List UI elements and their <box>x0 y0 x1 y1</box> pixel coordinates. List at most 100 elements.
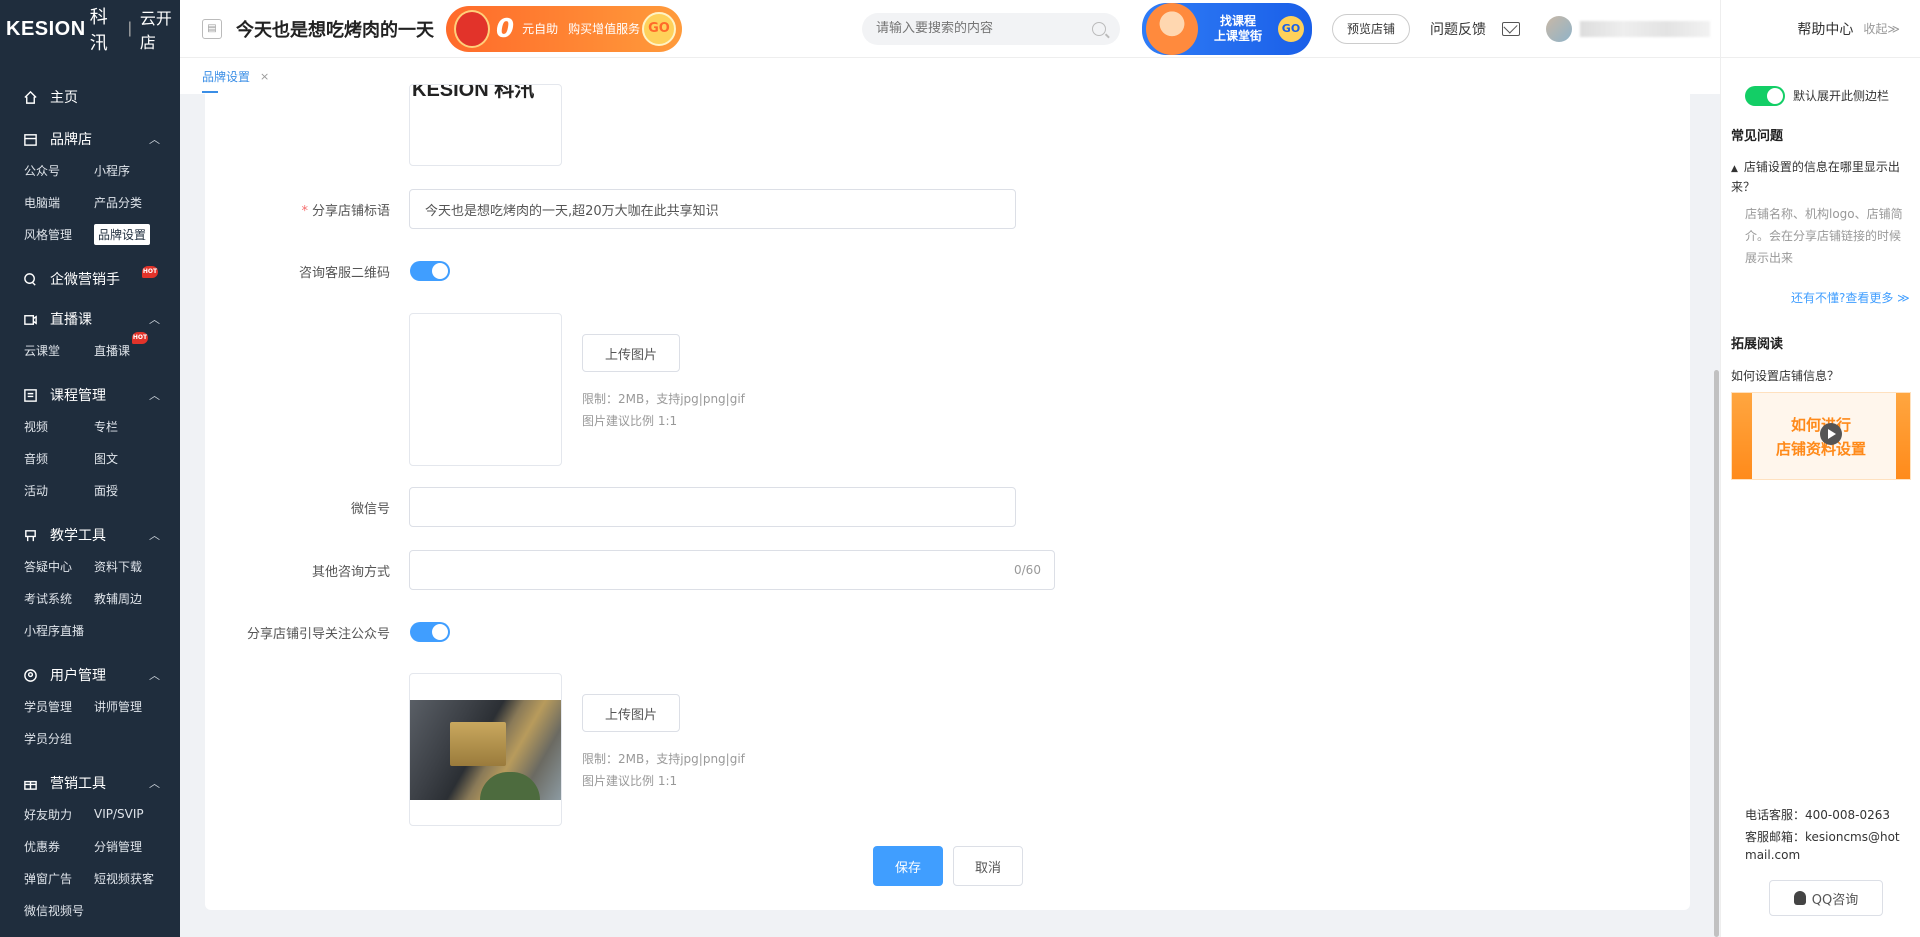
avatar[interactable] <box>1546 15 1573 42</box>
help-center-title[interactable]: 帮助中心 <box>1797 19 1853 39</box>
store-icon <box>22 131 38 147</box>
search-box <box>862 12 1120 45</box>
sidebar-item-materials[interactable]: 教辅周边 <box>94 586 174 610</box>
faq-answer: 店铺名称、机构logo、店铺简介。会在分享店铺链接的时候展示出来 <box>1745 207 1903 265</box>
wechat-input[interactable] <box>409 487 1016 527</box>
qrcode-upload-button[interactable]: 上传图片 <box>582 334 680 372</box>
sidebar-item-column[interactable]: 专栏 <box>94 414 174 438</box>
sidebar-item-exam[interactable]: 考试系统 <box>24 586 94 610</box>
video-thumbnail[interactable]: 如何进行 店铺资料设置 <box>1731 392 1911 480</box>
nav-group-brand: 品牌店 ︿ 公众号 小程序 电脑端 产品分类 风格管理 品牌设置 <box>0 122 180 256</box>
topbar: ▤ 今天也是想吃烤肉的一天 0 元自助 购买增值服务 GO 找课程上课堂街 GO… <box>180 0 1720 58</box>
gift-icon <box>22 775 38 791</box>
default-open-toggle[interactable] <box>1745 86 1785 106</box>
sidebar-item-mini-live[interactable]: 小程序直播 <box>24 618 94 642</box>
qrcode-label: 咨询客服二维码 <box>298 266 390 281</box>
tab-brand-settings[interactable]: 品牌设置 × <box>202 68 269 85</box>
faq-question[interactable]: ▲ 店铺设置的信息在哪里显示出来？ <box>1731 158 1911 196</box>
uploaded-photo <box>410 700 561 800</box>
sidebar-item-students[interactable]: 学员管理 <box>24 694 94 718</box>
sidebar-item-home[interactable]: 主页 <box>0 82 180 112</box>
default-open-label: 默认展开此侧边栏 <box>1793 89 1890 103</box>
sidebar-item-cloud-class[interactable]: 云课堂 <box>24 338 94 362</box>
chevron-up-icon: ︿ <box>149 777 160 790</box>
chevron-up-icon: ︿ <box>149 529 160 542</box>
sidebar-item-live-course[interactable]: 直播课 HOT <box>94 332 174 362</box>
sidebar-item-offline[interactable]: 面授 <box>94 478 174 502</box>
sidebar-item-teachers[interactable]: 讲师管理 <box>94 694 174 718</box>
nav-group-head-marketing[interactable]: 营销工具 ︿ <box>0 766 180 800</box>
sidebar-item-short-video[interactable]: 短视频获客 <box>94 866 174 890</box>
chevron-up-icon: ︿ <box>149 313 160 326</box>
sidebar-item-activity[interactable]: 活动 <box>24 478 94 502</box>
help-collapse-button[interactable]: 收起≫ <box>1863 20 1900 37</box>
sidebar-item-video[interactable]: 视频 <box>24 414 94 438</box>
tab-underline <box>202 91 218 93</box>
nav-group-head-live[interactable]: 直播课 ︿ <box>0 302 180 336</box>
group-label: 用户管理 <box>50 668 106 684</box>
search-input[interactable] <box>876 21 1092 36</box>
nav-group-head-wecom[interactable]: 企微营销手 HOT <box>0 262 180 296</box>
sidebar-item-wechat-official[interactable]: 公众号 <box>24 158 94 182</box>
nav-group-head-teaching[interactable]: 教学工具 ︿ <box>0 518 180 552</box>
other-contact-input[interactable] <box>409 550 1055 590</box>
tab-label: 品牌设置 <box>202 70 251 84</box>
save-button[interactable]: 保存 <box>873 846 943 886</box>
promo-go-button[interactable]: GO <box>642 11 676 46</box>
logo-sub: 云开店 <box>139 11 172 52</box>
sidebar-item-groups[interactable]: 学员分组 <box>24 726 94 750</box>
menu-collapse-icon[interactable]: ▤ <box>202 18 222 39</box>
feedback-link[interactable]: 问题反馈 <box>1430 19 1486 39</box>
home-icon <box>22 89 38 105</box>
sidebar-item-qa[interactable]: 答疑中心 <box>24 554 94 578</box>
sidebar-item-article[interactable]: 图文 <box>94 446 174 470</box>
preview-store-button[interactable]: 预览店铺 <box>1332 13 1411 44</box>
nav-group-head-brand[interactable]: 品牌店 ︿ <box>0 122 180 156</box>
nav-group-marketing: 营销工具 ︿ 好友助力 VIP/SVIP 优惠券 分销管理 弹窗广告 短视频获客… <box>0 766 180 932</box>
sidebar-item-miniprogram[interactable]: 小程序 <box>94 158 174 182</box>
play-icon[interactable] <box>1820 423 1842 445</box>
close-icon[interactable]: × <box>260 70 269 83</box>
nav-group-head-course[interactable]: 课程管理 ︿ <box>0 378 180 412</box>
help-header: 帮助中心 收起≫ <box>1721 0 1920 58</box>
qq-consult-button[interactable]: QQ咨询 <box>1769 880 1883 916</box>
logo: KESION 科汛 | 云开店 <box>0 0 180 58</box>
share-title-input[interactable] <box>409 189 1016 229</box>
sidebar-item-style[interactable]: 风格管理 <box>24 222 94 246</box>
sidebar-item-wechat-channel[interactable]: 微信视频号 <box>24 898 94 922</box>
logo-image-box[interactable]: KESION 科汛 <box>409 84 562 166</box>
sidebar-item-pc[interactable]: 电脑端 <box>24 190 94 214</box>
username-blurred[interactable] <box>1580 20 1711 37</box>
sidebar-item-distribution[interactable]: 分销管理 <box>94 834 174 858</box>
nav-group-head-users[interactable]: 用户管理 ︿ <box>0 658 180 692</box>
mail-icon[interactable] <box>1502 21 1521 36</box>
sidebar-item-audio[interactable]: 音频 <box>24 446 94 470</box>
see-more-link[interactable]: 还有不懂?查看更多 ≫ <box>1791 289 1910 306</box>
sidebar-item-vip[interactable]: VIP/SVIP <box>94 802 174 826</box>
extended-reading-link[interactable]: 如何设置店铺信息？ <box>1731 367 1839 385</box>
scrollbar-thumb[interactable] <box>1714 370 1719 937</box>
hot-badge: HOT <box>132 332 148 344</box>
sidebar-item-friend-help[interactable]: 好友助力 <box>24 802 94 826</box>
follow-image-box[interactable] <box>409 673 562 826</box>
sidebar-item-coupon[interactable]: 优惠券 <box>24 834 94 858</box>
qrcode-hint: 限制：2MB，支持jpg|png|gif 图片建议比例 1:1 <box>582 392 745 428</box>
follow-upload-button[interactable]: 上传图片 <box>582 694 680 732</box>
sidebar-item-brand-settings[interactable]: 品牌设置 <box>94 222 174 246</box>
sidebar-item-label: 主页 <box>50 90 78 106</box>
promo-banner[interactable]: 0 元自助 购买增值服务 GO <box>446 5 682 52</box>
cancel-button[interactable]: 取消 <box>953 846 1023 886</box>
banner-go-button[interactable]: GO <box>1278 15 1304 42</box>
sidebar-item-popup-ad[interactable]: 弹窗广告 <box>24 866 94 890</box>
logo-image: KESION 科汛 <box>412 85 535 101</box>
course-street-banner[interactable]: 找课程 上课堂街 GO <box>1142 2 1312 55</box>
qrcode-toggle[interactable] <box>410 261 450 281</box>
qrcode-image-box[interactable] <box>409 313 562 466</box>
form-card: KESION 科汛 *分享店铺标语 咨询客服二维码 上传图片 限制：2MB，支持… <box>205 84 1690 910</box>
search-icon[interactable] <box>1092 21 1106 36</box>
sidebar-item-download[interactable]: 资料下载 <box>94 554 174 578</box>
qq-icon <box>1793 891 1806 905</box>
follow-toggle[interactable] <box>410 622 450 642</box>
sidebar-item-product-category[interactable]: 产品分类 <box>94 190 174 214</box>
logo-separator: | <box>127 20 132 37</box>
